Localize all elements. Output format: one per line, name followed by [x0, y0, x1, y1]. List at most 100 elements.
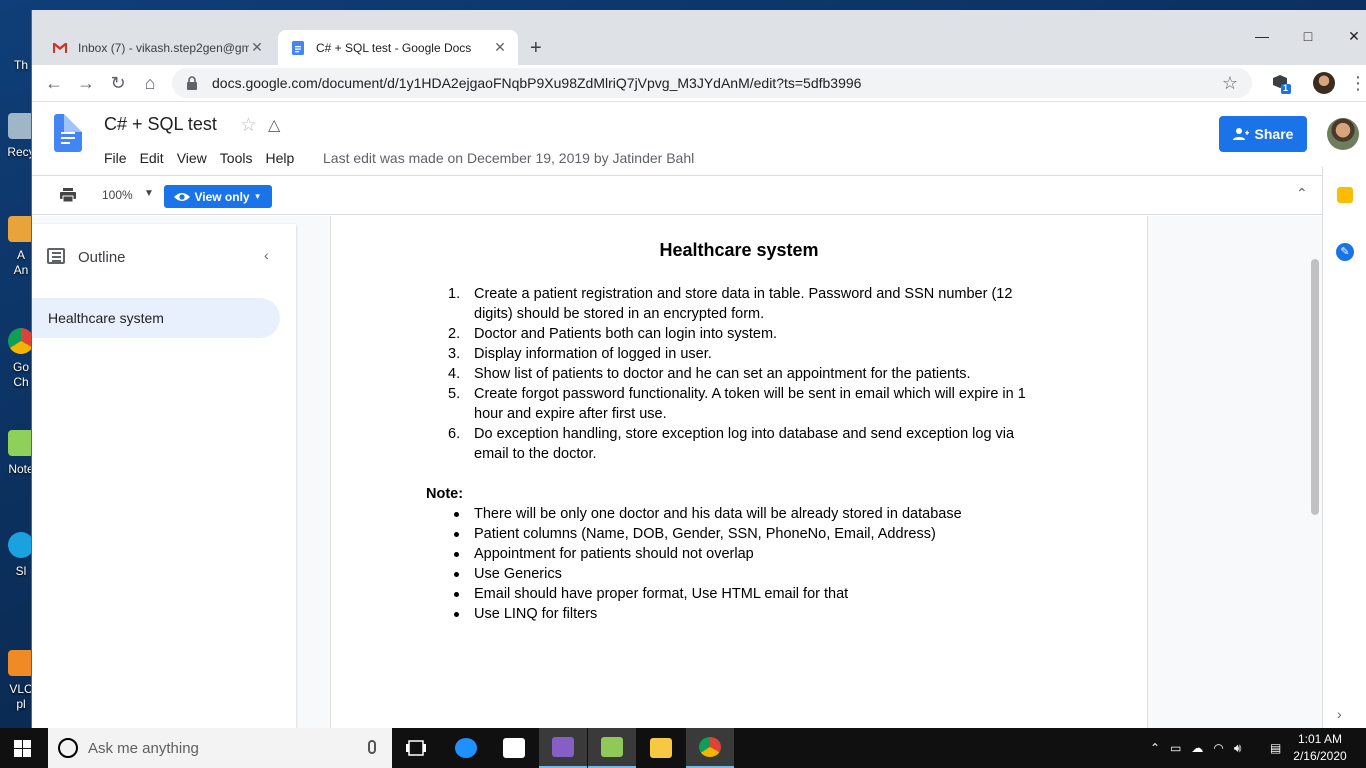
side-panel: ✎ › [1322, 167, 1366, 728]
print-icon[interactable] [60, 188, 76, 203]
list-item: 4. Show list of patients to doctor and he… [426, 364, 1046, 384]
close-tab-icon[interactable]: ✕ [492, 39, 508, 56]
maximize-button[interactable]: □ [1285, 28, 1331, 44]
outline-item-healthcare[interactable]: Healthcare system [32, 298, 280, 338]
bullet-item: Use LINQ for filters [426, 604, 1046, 624]
keep-icon[interactable] [1337, 187, 1353, 203]
menu-help[interactable]: Help [265, 150, 294, 166]
minimize-button[interactable]: — [1239, 28, 1285, 44]
list-text: Do exception handling, store exception l… [474, 426, 1015, 462]
document-heading: Healthcare system [659, 240, 819, 260]
close-tab-icon[interactable]: ✕ [249, 39, 265, 56]
account-avatar[interactable] [1327, 118, 1359, 150]
menu-tools[interactable]: Tools [220, 150, 253, 166]
battery-icon[interactable]: ▭ [1170, 741, 1181, 755]
reload-icon[interactable]: ↻ [106, 71, 130, 95]
taskbar-search[interactable]: Ask me anything [48, 728, 392, 768]
extension-icon[interactable]: 1 [1270, 72, 1292, 94]
profile-avatar-icon[interactable] [1313, 72, 1335, 94]
extension-badge: 1 [1283, 83, 1289, 93]
forward-icon[interactable]: → [74, 71, 98, 95]
gmail-icon [52, 40, 68, 56]
browser-window: Inbox (7) - vikash.step2gen@gmail.com ✕ … [31, 10, 1366, 728]
edge-icon [455, 738, 477, 758]
list-number: 3. [448, 346, 461, 362]
list-text: Display information of logged in user. [474, 346, 712, 362]
address-bar[interactable]: docs.google.com/document/d/1y1HDA2ejgaoF… [172, 68, 1252, 98]
move-to-folder-icon[interactable]: △ [268, 115, 280, 135]
notepad-plus-icon [601, 737, 623, 757]
collapse-menus-icon[interactable]: ⌃ [1296, 185, 1308, 202]
document-body: 1. Create a patient registration and stor… [426, 284, 1046, 624]
bullet-text: There will be only one doctor and his da… [474, 506, 962, 522]
list-item: 6. Do exception handling, store exception… [426, 424, 1046, 464]
browser-toolbar: ← → ↻ ⌂ docs.google.com/document/d/1y1HD… [32, 65, 1366, 102]
task-view-button[interactable] [392, 728, 440, 768]
bullet-icon [454, 532, 459, 537]
bullet-text: Use Generics [474, 566, 562, 582]
document-page: Healthcare system 1. Create a patient reg… [330, 216, 1148, 728]
show-hidden-icons[interactable]: ⌃ [1150, 741, 1160, 755]
list-item: 3. Display information of logged in user. [426, 344, 1046, 364]
microphone-icon[interactable] [368, 740, 376, 754]
system-clock[interactable]: 1:01 AM 2/16/2020 [1290, 731, 1350, 765]
taskbar-store[interactable] [490, 728, 538, 768]
browser-menu-icon[interactable]: ⋮ [1346, 71, 1366, 95]
document-scrollbar[interactable] [1311, 259, 1319, 515]
person-add-icon [1232, 128, 1249, 140]
visual-studio-icon [552, 737, 574, 757]
close-window-button[interactable]: ✕ [1331, 28, 1366, 45]
volume-icon[interactable]: 🔊︎ [1234, 741, 1242, 756]
list-text: Create a patient registration and store … [474, 286, 1013, 322]
bullet-item: There will be only one doctor and his da… [426, 504, 1046, 524]
zoom-caret-icon[interactable]: ▼ [144, 188, 154, 199]
list-number: 5. [448, 386, 461, 402]
tab-strip: Inbox (7) - vikash.step2gen@gmail.com ✕ … [32, 10, 1366, 65]
search-placeholder: Ask me anything [88, 739, 199, 757]
taskbar-chrome[interactable] [686, 728, 734, 768]
tab-title: C# + SQL test - Google Docs [316, 40, 472, 55]
menu-file[interactable]: File [104, 150, 127, 166]
home-icon[interactable]: ⌂ [138, 71, 162, 95]
clock-date: 2/16/2020 [1293, 749, 1347, 763]
star-document-icon[interactable]: ☆ [240, 114, 257, 137]
notifications-icon[interactable]: ▤ [1270, 728, 1281, 768]
list-number: 4. [448, 366, 461, 382]
taskbar-visual-studio[interactable] [539, 728, 587, 768]
menu-edit[interactable]: Edit [140, 150, 164, 166]
lock-icon [186, 76, 198, 90]
zoom-select[interactable]: 100% [102, 188, 133, 202]
bullet-item: Use Generics [426, 564, 1046, 584]
taskbar-notepadpp[interactable] [588, 728, 636, 768]
document-title[interactable]: C# + SQL test [104, 114, 217, 135]
list-number: 1. [448, 286, 461, 302]
outline-panel: Outline ‹ Healthcare system [32, 224, 296, 728]
last-edit-link[interactable]: Last edit was made on December 19, 2019 … [323, 150, 694, 166]
cortana-icon [58, 738, 78, 758]
bullet-text: Email should have proper format, Use HTM… [474, 586, 849, 602]
taskbar-file-explorer[interactable] [637, 728, 685, 768]
menu-view[interactable]: View [177, 150, 207, 166]
share-label: Share [1254, 126, 1294, 142]
wifi-icon[interactable]: ◠ [1213, 741, 1223, 755]
bullet-icon [454, 592, 459, 597]
windows-start-icon[interactable] [14, 740, 32, 757]
onedrive-icon[interactable]: ☁ [1191, 741, 1203, 755]
tab-google-docs[interactable]: C# + SQL test - Google Docs ✕ [278, 30, 518, 65]
taskbar: Ask me anything ⌃ ▭ ☁ ◠ 🔊︎ 1:01 AM 2/16/… [0, 728, 1366, 768]
list-item: 5. Create forgot password functionality. … [426, 384, 1046, 424]
bullet-text: Patient columns (Name, DOB, Gender, SSN,… [474, 526, 936, 542]
docs-logo-icon[interactable] [54, 114, 82, 152]
tasks-icon[interactable]: ✎ [1336, 243, 1354, 261]
eye-icon [174, 192, 191, 201]
bullet-icon [454, 572, 459, 577]
taskbar-edge[interactable] [442, 728, 490, 768]
share-button[interactable]: Share [1219, 116, 1307, 152]
expand-side-panel-icon[interactable]: › [1337, 706, 1342, 722]
new-tab-button[interactable]: + [530, 37, 542, 60]
bookmark-star-icon[interactable]: ☆ [1222, 73, 1238, 94]
tab-gmail[interactable]: Inbox (7) - vikash.step2gen@gmail.com ✕ [40, 30, 275, 65]
view-only-button[interactable]: View only ▼ [164, 185, 272, 208]
close-outline-icon[interactable]: ‹ [264, 247, 269, 263]
back-icon[interactable]: ← [42, 71, 66, 95]
